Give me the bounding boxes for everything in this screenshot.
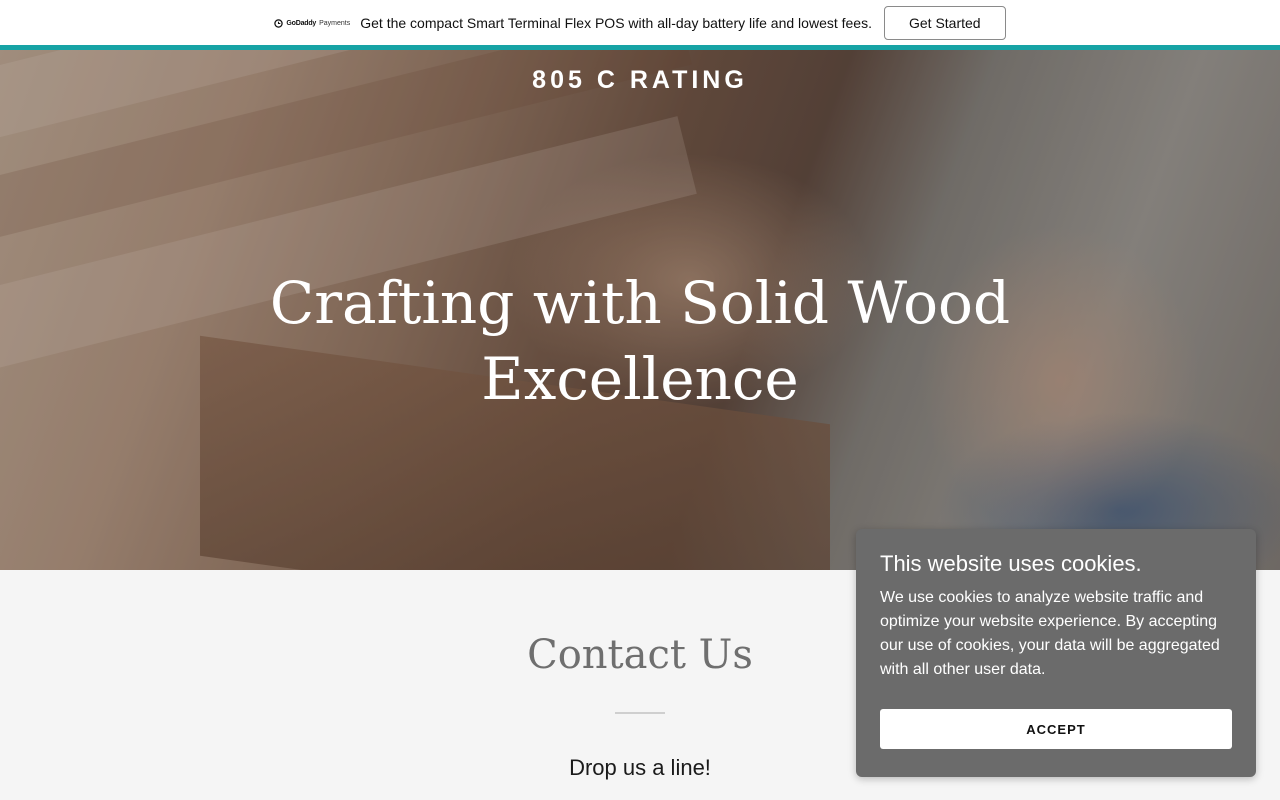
logo-brand-text: GoDaddy bbox=[286, 19, 317, 27]
contact-divider bbox=[615, 712, 665, 714]
hero-section: 805 C RATING Crafting with Solid Wood Ex… bbox=[0, 50, 1280, 570]
site-title[interactable]: 805 C RATING bbox=[0, 66, 1280, 95]
logo-sub-text: Payments bbox=[319, 19, 351, 27]
promo-bar: GoDaddy Payments Get the compact Smart T… bbox=[0, 0, 1280, 46]
cookie-title: This website uses cookies. bbox=[880, 551, 1142, 576]
cookie-banner: This website uses cookies. We use cookie… bbox=[856, 529, 1256, 777]
cookie-body: We use cookies to analyze website traffi… bbox=[880, 589, 1220, 678]
promo-message: Get the compact Smart Terminal Flex POS … bbox=[360, 15, 872, 31]
godaddy-logo-icon bbox=[274, 18, 284, 28]
accept-cookies-button[interactable]: ACCEPT bbox=[880, 709, 1232, 749]
godaddy-payments-logo: GoDaddy Payments bbox=[274, 18, 351, 28]
get-started-button[interactable]: Get Started bbox=[883, 6, 1006, 40]
hero-heading: Crafting with Solid Wood Excellence bbox=[269, 269, 1011, 413]
